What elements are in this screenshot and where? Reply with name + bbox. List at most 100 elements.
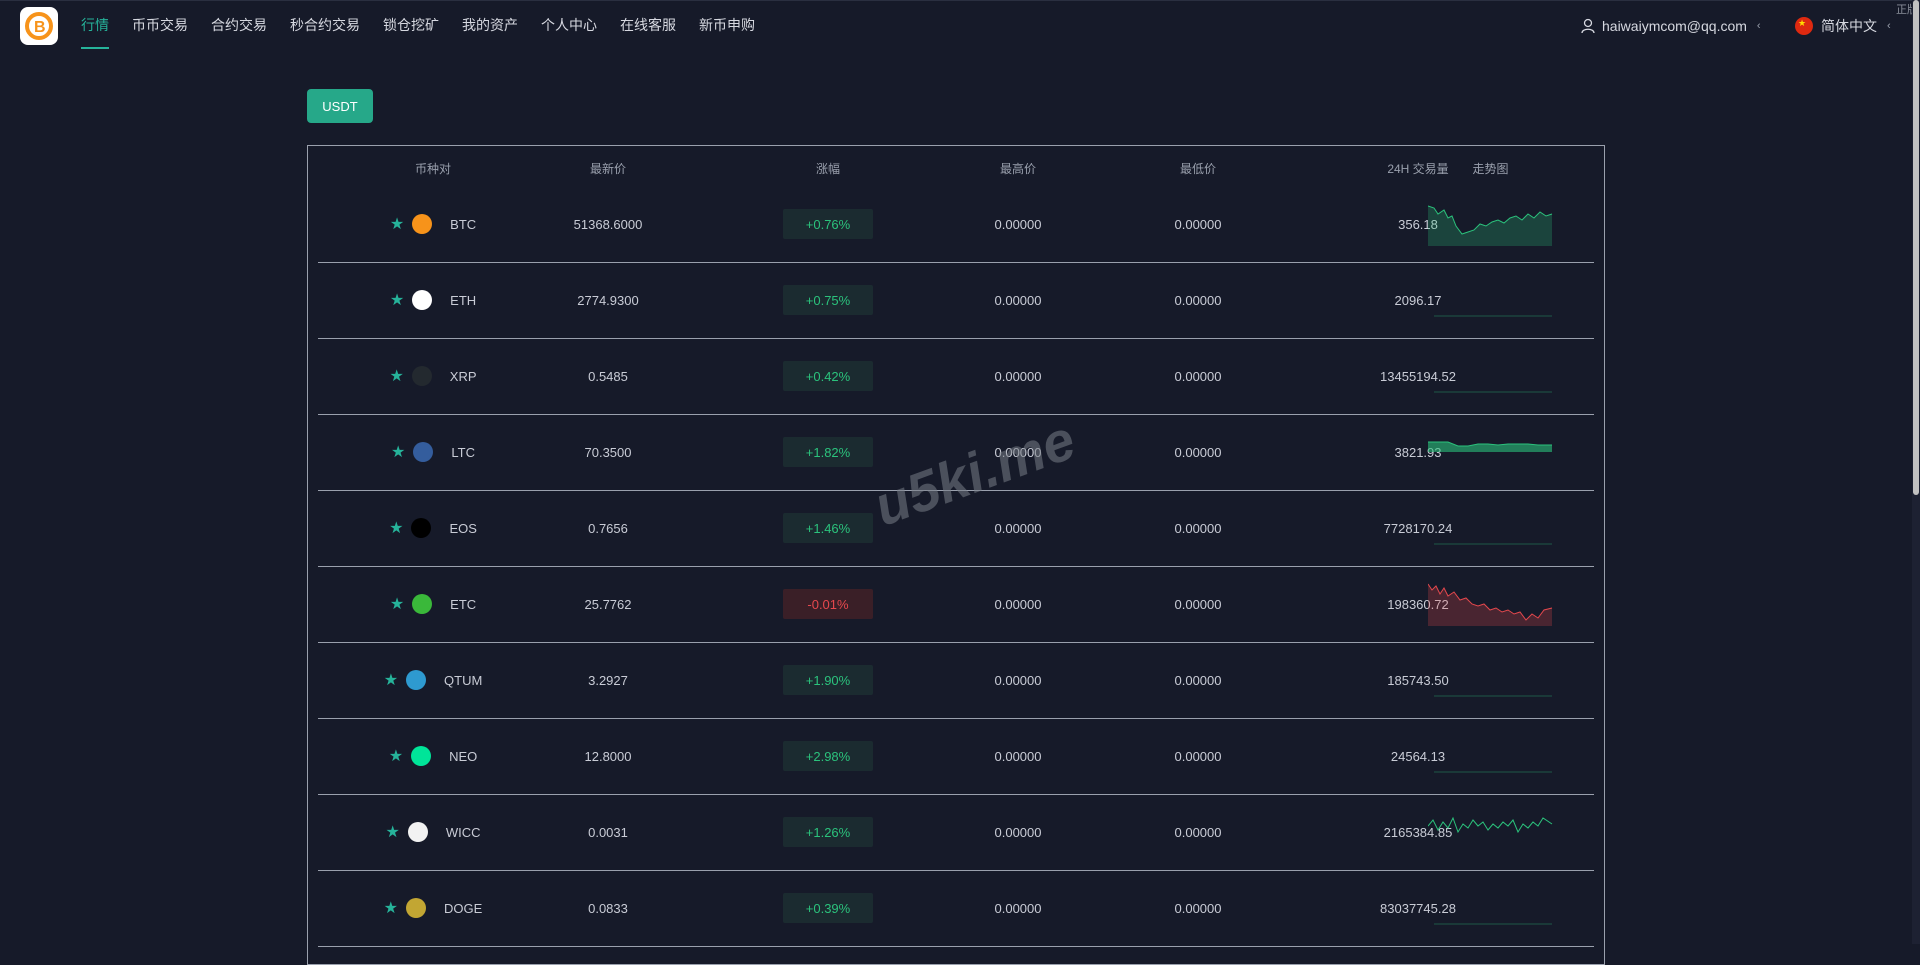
trend-sparkline <box>1428 583 1553 626</box>
table-row[interactable]: ★ LTC 70.3500 +1.82% 0.00000 0.00000 382… <box>318 414 1594 491</box>
header-price: 最新价 <box>589 162 626 176</box>
high-price: 0.00000 <box>994 292 1042 308</box>
change-badge: +0.39% <box>783 893 873 923</box>
favorite-star-icon[interactable]: ★ <box>389 366 403 386</box>
nav-item-1[interactable]: 币币交易 <box>132 1 188 51</box>
logo-icon: B <box>25 12 53 40</box>
favorite-star-icon[interactable]: ★ <box>385 822 399 842</box>
trend-sparkline <box>1428 205 1553 246</box>
high-price: 0.00000 <box>994 444 1042 460</box>
pair-cell: ★ LTC <box>318 414 548 490</box>
favorite-star-icon[interactable]: ★ <box>389 518 403 538</box>
coin-symbol: XRP <box>449 368 477 384</box>
nav-item-0[interactable]: 行情 <box>81 1 109 51</box>
table-row[interactable]: ★ ETH 2774.9300 +0.75% 0.00000 0.00000 2… <box>318 262 1594 339</box>
favorite-star-icon[interactable]: ★ <box>384 898 398 918</box>
coin-symbol: BTC <box>450 216 477 232</box>
coin-symbol: ETC <box>450 596 477 612</box>
last-price: 0.0833 <box>588 900 628 916</box>
table-header: 币种对 最新价 涨幅 最高价 最低价 24H 交易量 走势图 <box>308 146 1604 186</box>
table-row[interactable]: ★ NEO 12.8000 +2.98% 0.00000 0.00000 245… <box>318 718 1594 795</box>
favorite-star-icon[interactable]: ★ <box>390 214 404 234</box>
table-row[interactable]: ★ DOGE 0.0833 +0.39% 0.00000 0.00000 830… <box>318 870 1594 947</box>
change-cell: +1.90% <box>738 642 918 718</box>
change-cell: +0.39% <box>738 870 918 946</box>
last-price: 0.7656 <box>588 520 628 536</box>
change-badge: +1.46% <box>783 513 873 543</box>
last-price: 2774.9300 <box>577 292 639 308</box>
pair-cell: ★ ETC <box>318 566 548 642</box>
coin-symbol: WICC <box>445 824 481 840</box>
nav-item-5[interactable]: 我的资产 <box>462 1 518 51</box>
last-price: 0.0031 <box>588 824 628 840</box>
coin-symbol: ETH <box>450 292 477 308</box>
change-badge: +1.82% <box>783 437 873 467</box>
change-badge: -0.01% <box>783 589 873 619</box>
table-row[interactable]: ★ ETC 25.7762 -0.01% 0.00000 0.00000 198… <box>318 566 1594 643</box>
nav-item-2[interactable]: 合约交易 <box>211 1 267 51</box>
trend-sparkline <box>1434 923 1552 925</box>
change-cell: -0.01% <box>738 566 918 642</box>
coin-symbol: EOS <box>449 520 477 536</box>
sparkline-area <box>1428 442 1552 452</box>
language-selector[interactable]: 简体中文 ‹ <box>1795 1 1891 51</box>
china-flag-icon <box>1795 17 1813 35</box>
pair-cell: ★ XRP <box>318 338 548 414</box>
favorite-star-icon[interactable]: ★ <box>390 594 404 614</box>
nav-item-4[interactable]: 锁仓挖矿 <box>383 1 439 51</box>
wicc-icon <box>407 822 428 842</box>
table-row[interactable]: ★ BTC 51368.6000 +0.76% 0.00000 0.00000 … <box>318 186 1594 263</box>
coin-symbol: NEO <box>449 748 478 764</box>
last-price: 51368.6000 <box>573 216 643 232</box>
change-cell: +0.76% <box>738 186 918 262</box>
pair-cell: ★ BTC <box>318 186 548 262</box>
svg-text:B: B <box>34 19 46 36</box>
trend-sparkline <box>1428 441 1552 452</box>
table-row[interactable]: ★ WICC 0.0031 +1.26% 0.00000 0.00000 216… <box>318 794 1594 871</box>
last-price: 12.8000 <box>584 748 632 764</box>
nav-item-7[interactable]: 在线客服 <box>620 1 676 51</box>
nav-item-8[interactable]: 新币申购 <box>699 1 755 51</box>
page-scrollbar[interactable] <box>1912 0 1920 944</box>
scrollbar-thumb[interactable] <box>1913 0 1919 495</box>
site-logo[interactable]: B <box>20 7 58 45</box>
favorite-star-icon[interactable]: ★ <box>384 670 398 690</box>
trend-sparkline <box>1434 315 1552 317</box>
coin-symbol: QTUM <box>444 672 483 688</box>
chevron-left-icon: ‹ <box>1756 20 1761 32</box>
trend-sparkline <box>1434 391 1552 393</box>
user-menu[interactable]: haiwaiymcom@qq.com ‹ <box>1580 1 1761 51</box>
table-row[interactable]: ★ XRP 0.5485 +0.42% 0.00000 0.00000 1345… <box>318 338 1594 415</box>
nav-item-3[interactable]: 秒合约交易 <box>290 1 360 51</box>
eos-icon <box>411 518 432 538</box>
sparkline-line <box>1428 816 1553 834</box>
change-cell: +1.26% <box>738 794 918 870</box>
market-tab-usdt[interactable]: USDT <box>307 89 373 123</box>
change-badge: +1.90% <box>783 665 873 695</box>
favorite-star-icon[interactable]: ★ <box>391 442 405 462</box>
pair-cell: ★ ETH <box>318 262 548 338</box>
nav-item-6[interactable]: 个人中心 <box>541 1 597 51</box>
favorite-star-icon[interactable]: ★ <box>390 290 404 310</box>
high-price: 0.00000 <box>994 824 1042 840</box>
qtum-icon <box>406 670 427 690</box>
change-cell: +1.46% <box>738 490 918 566</box>
pair-cell: ★ NEO <box>318 718 548 794</box>
header-trend: 走势图 <box>1472 162 1509 176</box>
change-cell: +2.98% <box>738 718 918 794</box>
coin-symbol: LTC <box>451 444 475 460</box>
sparkline-area <box>1428 206 1552 246</box>
top-navbar: B 行情 币币交易 合约交易 秒合约交易 锁仓挖矿 我的资产 个人中心 在线客服 新币申购 ha… <box>0 0 1920 51</box>
last-price: 70.3500 <box>584 444 632 460</box>
pair-cell: ★ DOGE <box>318 870 548 946</box>
change-cell: +1.82% <box>738 414 918 490</box>
market-table: 币种对 最新价 涨幅 最高价 最低价 24H 交易量 走势图 ★ BTC 513… <box>307 145 1605 965</box>
table-row[interactable]: ★ EOS 0.7656 +1.46% 0.00000 0.00000 7728… <box>318 490 1594 567</box>
main-nav: 行情 币币交易 合约交易 秒合约交易 锁仓挖矿 我的资产 个人中心 在线客服 新币申购 <box>81 1 778 51</box>
header-pair: 币种对 <box>414 162 451 176</box>
language-label: 简体中文 <box>1821 18 1877 34</box>
header-change: 涨幅 <box>815 162 840 176</box>
table-row[interactable]: ★ QTUM 3.2927 +1.90% 0.00000 0.00000 185… <box>318 642 1594 719</box>
pair-cell: ★ QTUM <box>318 642 548 718</box>
favorite-star-icon[interactable]: ★ <box>389 746 403 766</box>
